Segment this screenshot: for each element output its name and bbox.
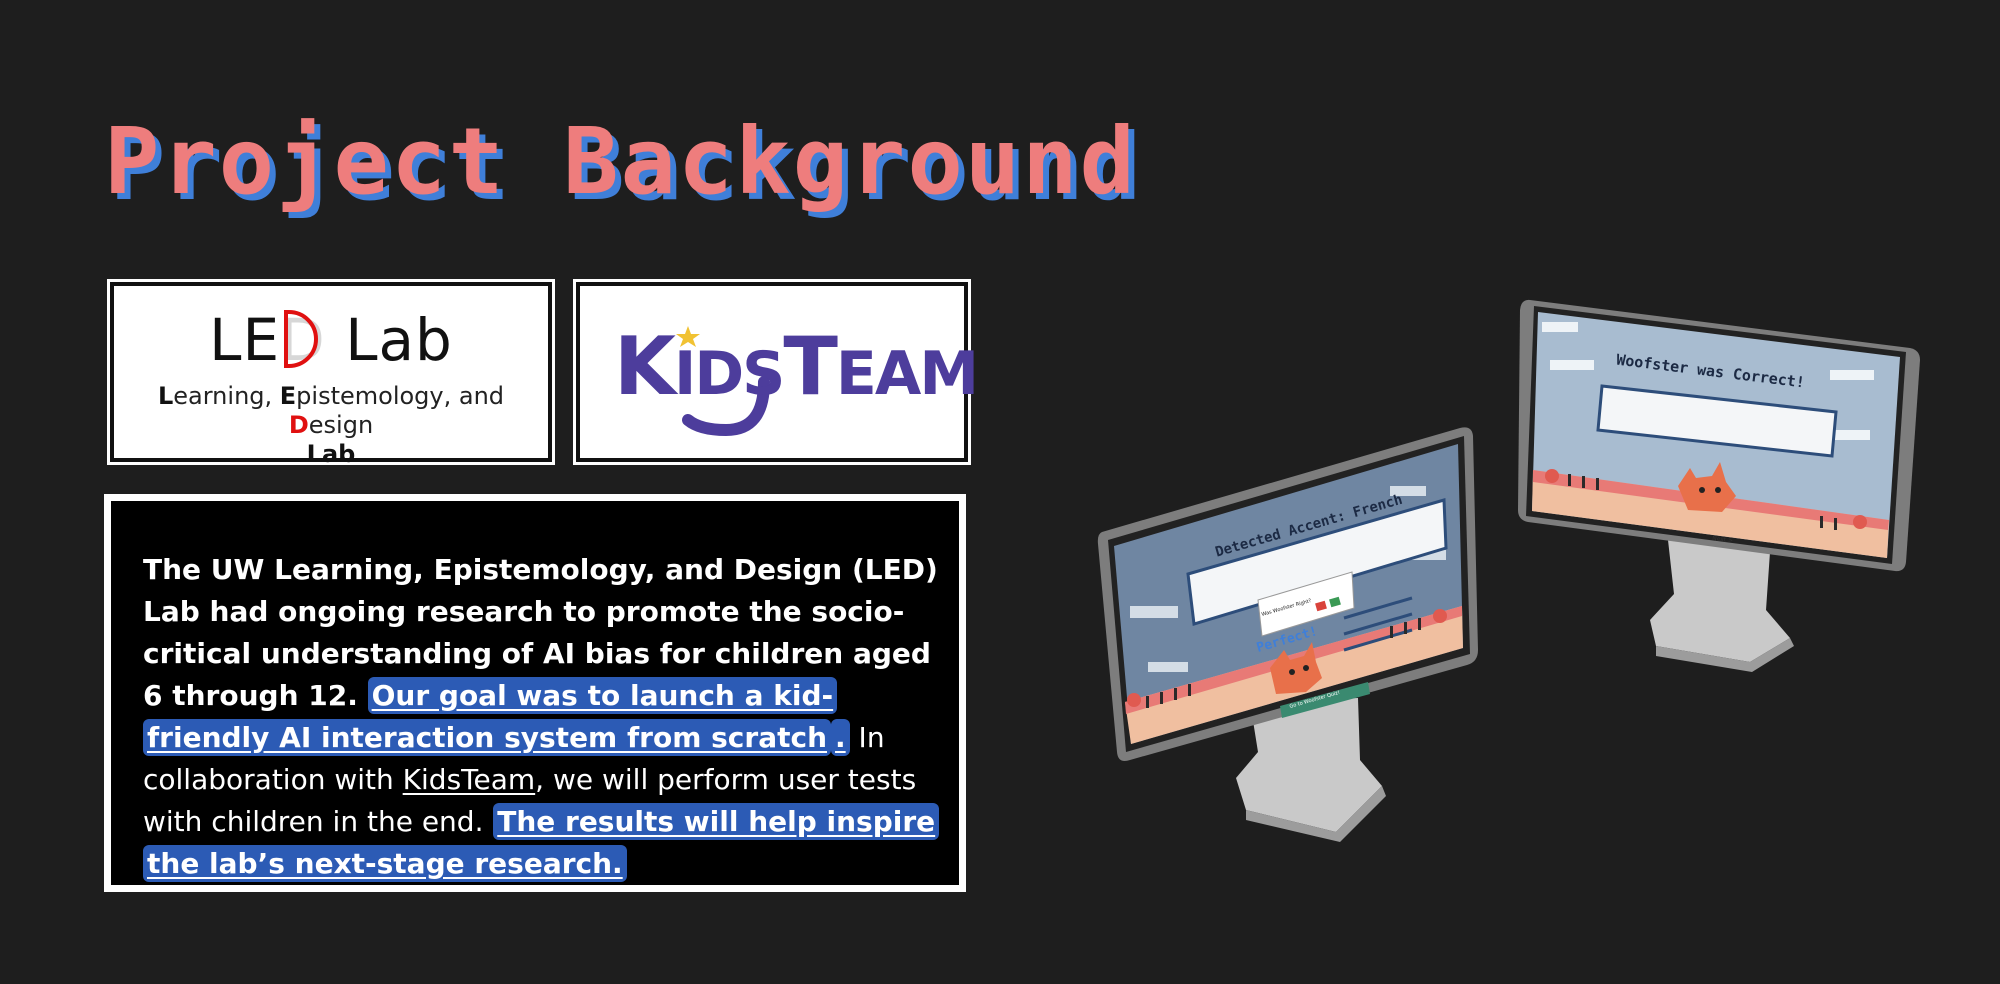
led-sub-text-3: esign [308,411,374,439]
monitor-mockups: Woofster was Correct! Next > Detected Ac… [1090,290,1970,850]
monitor-right [1518,299,1920,672]
led-initial-d: D [288,411,309,439]
kidsteam-link[interactable]: KidsTeam [403,763,536,796]
goal-period: . [831,719,850,756]
kidsteam-k: K [614,320,676,413]
kidsteam-logo: KIDSTEAM [614,312,979,440]
led-wordmark-lab: Lab [325,306,453,374]
kidsteam-logo-card: KIDSTEAM [576,282,979,462]
led-lab-wordmark: LED Lab [114,306,548,374]
led-sub-lab: Lab [306,440,356,468]
led-initial-l: L [157,382,174,410]
page-title: Project Background [104,108,1137,215]
led-initial-e: E [279,382,297,410]
led-wordmark-d: D [280,306,326,374]
kidsteam-wordmark: KIDSTEAM [614,320,979,413]
led-sub-text-2: pistemology, and [296,382,505,410]
background-description-panel: The UW Learning, Epistemology, and Desig… [104,494,966,892]
led-lab-full-name: Learning, Epistemology, and Design Lab [114,382,548,469]
kidsteam-t: T [783,320,838,413]
led-sub-text-1: earning, [173,382,280,410]
kidsteam-eam: EAM [835,339,979,409]
background-description: The UW Learning, Epistemology, and Desig… [143,549,943,885]
led-wordmark-le: LE [209,306,281,374]
kidsteam-ids: IDS [674,339,785,409]
led-lab-logo-card: LED Lab Learning, Epistemology, and Desi… [110,282,552,468]
